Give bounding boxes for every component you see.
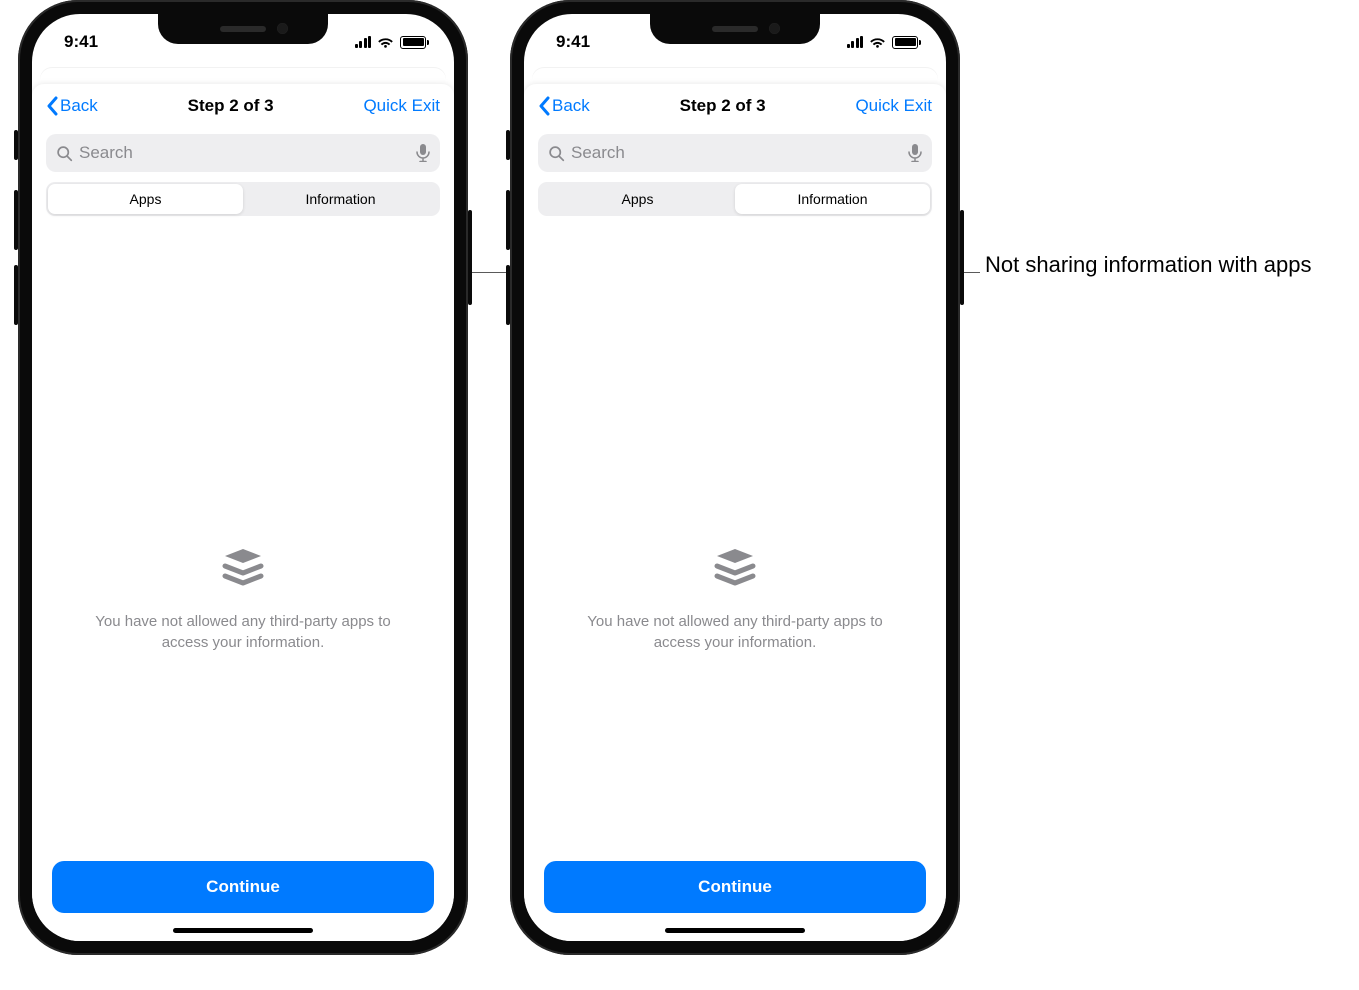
battery-icon (892, 36, 918, 49)
search-input[interactable] (79, 143, 410, 163)
back-label: Back (552, 96, 590, 116)
home-indicator[interactable] (665, 928, 805, 933)
continue-button[interactable]: Continue (52, 861, 434, 913)
segmented-control[interactable]: Apps Information (46, 182, 440, 216)
status-time: 9:41 (64, 32, 98, 52)
segment-information[interactable]: Information (243, 184, 438, 214)
segment-apps[interactable]: Apps (48, 184, 243, 214)
search-icon (56, 145, 73, 162)
segment-apps[interactable]: Apps (540, 184, 735, 214)
phone-mockup-left: 9:41 Back Step 2 of 3 Quick Exit (18, 0, 468, 955)
search-icon (548, 145, 565, 162)
side-button-power (960, 210, 964, 305)
continue-button[interactable]: Continue (544, 861, 926, 913)
side-button-power (468, 210, 472, 305)
back-label: Back (60, 96, 98, 116)
side-button-volume-down (14, 265, 18, 325)
battery-icon (400, 36, 426, 49)
phone-screen: 9:41 Back Step 2 of 3 Quick Exit (524, 14, 946, 941)
notch (158, 14, 328, 44)
quick-exit-button[interactable]: Quick Exit (855, 96, 932, 116)
notch (650, 14, 820, 44)
cellular-signal-icon (847, 36, 864, 48)
wifi-icon (869, 36, 886, 49)
stack-icon (707, 541, 763, 597)
mic-icon[interactable] (416, 144, 430, 162)
segment-information[interactable]: Information (735, 184, 930, 214)
nav-bar: Back Step 2 of 3 Quick Exit (32, 84, 454, 128)
modal-sheet: Back Step 2 of 3 Quick Exit Apps Informa… (32, 84, 454, 941)
callout-label: Not sharing information with apps (985, 250, 1312, 280)
search-field[interactable] (538, 134, 932, 172)
home-indicator[interactable] (173, 928, 313, 933)
modal-sheet: Back Step 2 of 3 Quick Exit Apps Informa… (524, 84, 946, 941)
phone-screen: 9:41 Back Step 2 of 3 Quick Exit (32, 14, 454, 941)
side-button-volume-up (14, 190, 18, 250)
back-button[interactable]: Back (46, 96, 98, 116)
empty-state-text: You have not allowed any third-party app… (83, 611, 403, 653)
speaker-grille (712, 26, 758, 32)
chevron-left-icon (46, 96, 58, 116)
mic-icon[interactable] (908, 144, 922, 162)
back-button[interactable]: Back (538, 96, 590, 116)
empty-state: You have not allowed any third-party app… (32, 322, 454, 847)
empty-state: You have not allowed any third-party app… (524, 322, 946, 847)
search-input[interactable] (571, 143, 902, 163)
page-title: Step 2 of 3 (188, 96, 274, 116)
side-button-volume-down (506, 265, 510, 325)
wifi-icon (377, 36, 394, 49)
chevron-left-icon (538, 96, 550, 116)
front-camera (769, 23, 780, 34)
nav-bar: Back Step 2 of 3 Quick Exit (524, 84, 946, 128)
status-time: 9:41 (556, 32, 590, 52)
side-button-mute (506, 130, 510, 160)
side-button-volume-up (506, 190, 510, 250)
segmented-control[interactable]: Apps Information (538, 182, 932, 216)
search-field[interactable] (46, 134, 440, 172)
stack-icon (215, 541, 271, 597)
empty-state-text: You have not allowed any third-party app… (575, 611, 895, 653)
side-button-mute (14, 130, 18, 160)
quick-exit-button[interactable]: Quick Exit (363, 96, 440, 116)
cellular-signal-icon (355, 36, 372, 48)
front-camera (277, 23, 288, 34)
speaker-grille (220, 26, 266, 32)
phone-mockup-right: 9:41 Back Step 2 of 3 Quick Exit (510, 0, 960, 955)
page-title: Step 2 of 3 (680, 96, 766, 116)
